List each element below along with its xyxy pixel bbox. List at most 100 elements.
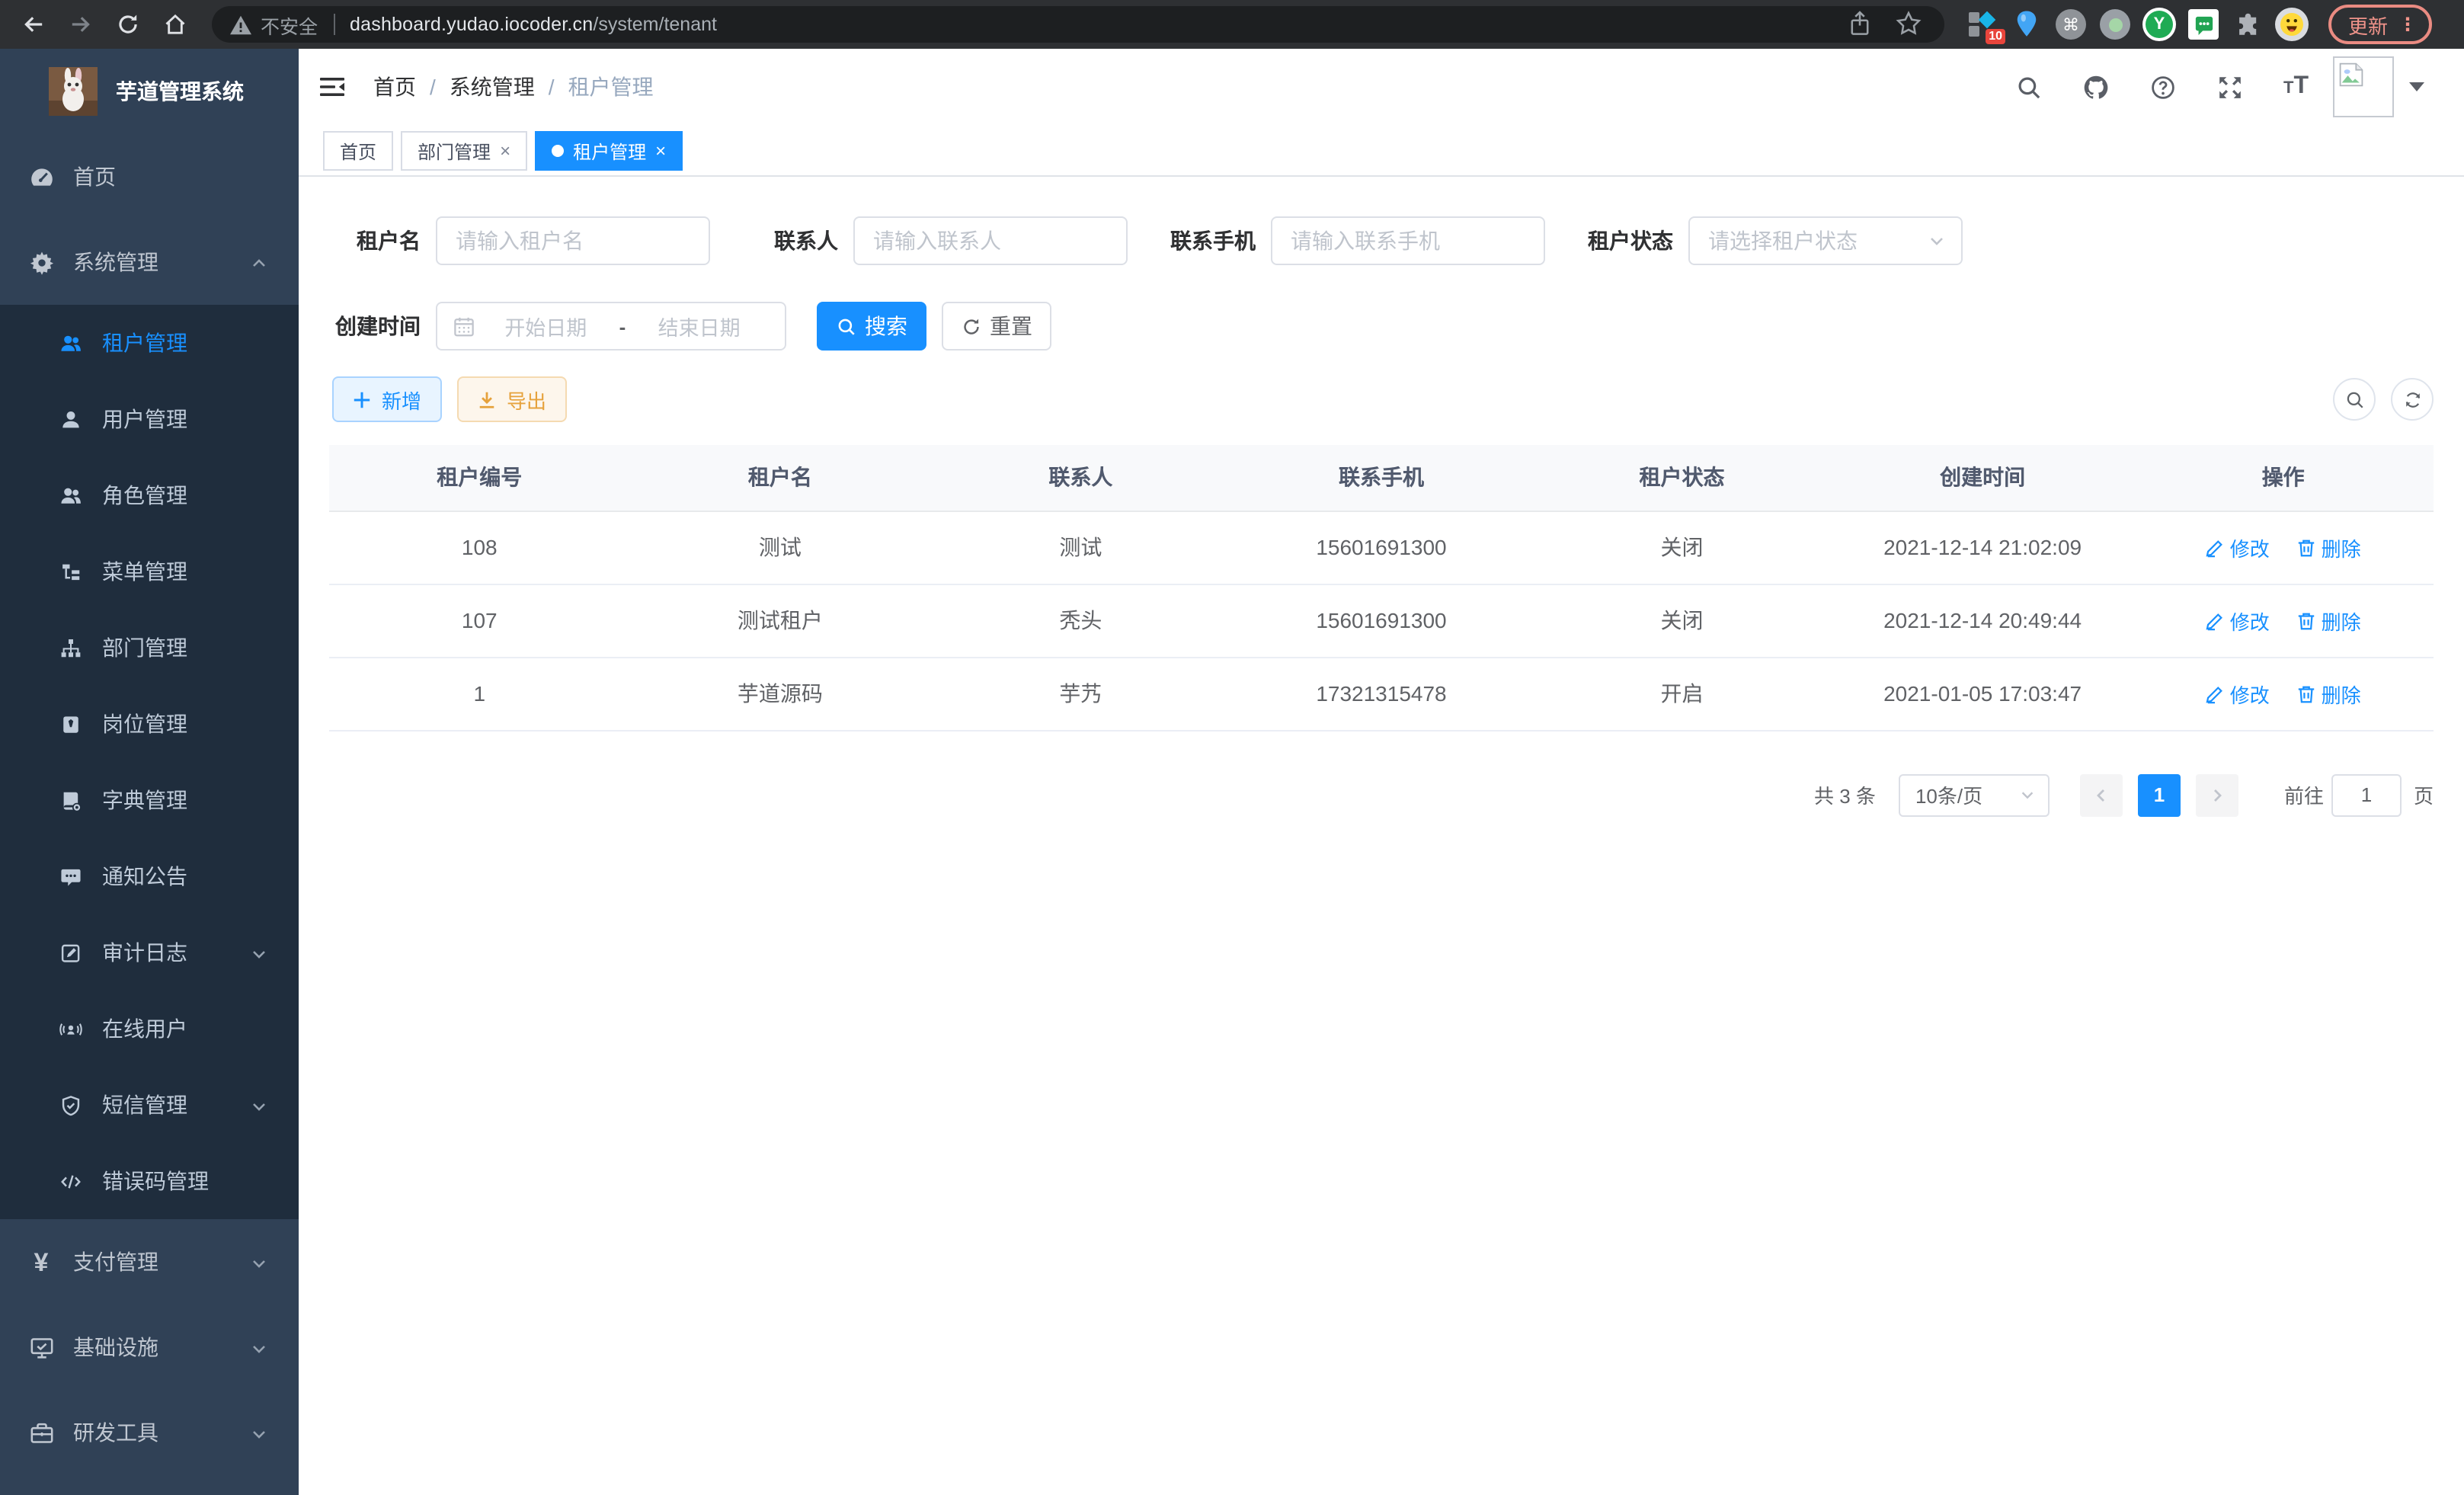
edit-link[interactable]: 修改 (2206, 679, 2270, 708)
fullscreen-icon[interactable] (2216, 73, 2244, 101)
sidebar-item-pay[interactable]: ¥ 支付管理 (0, 1219, 299, 1305)
contact-input[interactable] (853, 216, 1128, 265)
create-time-label: 创建时间 (329, 311, 421, 341)
browser-forward-icon[interactable] (67, 11, 94, 38)
sidebar-item-sms[interactable]: 短信管理 (0, 1067, 299, 1143)
extension-command-icon[interactable]: ⌘ (2054, 8, 2088, 41)
yen-icon: ¥ (27, 1248, 55, 1276)
sidebar-fold-icon[interactable] (318, 75, 346, 99)
browser-menu-icon[interactable]: ⋮ (2398, 14, 2417, 35)
user-icon (58, 407, 82, 431)
breadcrumb-system[interactable]: 系统管理 (450, 72, 535, 102)
edit-pen-icon (2206, 610, 2226, 630)
browser-back-icon[interactable] (20, 11, 47, 38)
delete-link[interactable]: 删除 (2297, 679, 2361, 708)
sidebar-item-home[interactable]: 首页 (0, 134, 299, 219)
delete-link[interactable]: 删除 (2297, 606, 2361, 635)
current-page[interactable]: 1 (2138, 773, 2181, 816)
col-tenant-id: 租户编号 (329, 445, 630, 511)
status-select[interactable]: 请选择租户状态 (1688, 216, 1963, 265)
avatar-dropdown-icon[interactable] (2409, 82, 2424, 91)
next-page-button[interactable] (2196, 773, 2238, 816)
help-icon[interactable] (2149, 73, 2177, 101)
toggle-search-button[interactable] (2333, 378, 2376, 421)
edit-link[interactable]: 修改 (2206, 533, 2270, 562)
bookmark-star-icon[interactable] (1896, 11, 1923, 38)
chevron-left-icon (2092, 786, 2110, 804)
tab-dept[interactable]: 部门管理× (401, 131, 527, 171)
app-title: 芋道管理系统 (116, 76, 244, 107)
tenant-name-input[interactable] (436, 216, 710, 265)
share-icon[interactable] (1847, 11, 1874, 38)
address-bar[interactable]: 不安全 dashboard.yudao.iocoder.cn/system/te… (212, 6, 1944, 43)
tab-home[interactable]: 首页 (323, 131, 393, 171)
app-logo-row[interactable]: 芋道管理系统 (0, 49, 299, 134)
edit-log-icon (58, 940, 82, 965)
github-icon[interactable] (2082, 73, 2110, 101)
sidebar-item-audit-log[interactable]: 审计日志 (0, 914, 299, 991)
close-icon[interactable]: × (655, 140, 666, 162)
close-icon[interactable]: × (500, 140, 510, 162)
browser-home-icon[interactable] (162, 11, 189, 38)
add-button[interactable]: 新增 (332, 376, 442, 422)
extension-y-icon[interactable]: Y (2142, 8, 2176, 41)
start-date-placeholder[interactable]: 开始日期 (475, 311, 616, 341)
end-date-placeholder[interactable]: 结束日期 (629, 311, 770, 341)
page-unit: 页 (2414, 780, 2434, 809)
chevron-down-icon (1928, 232, 1946, 250)
sidebar-item-menu[interactable]: 菜单管理 (0, 533, 299, 610)
active-dot (552, 145, 564, 157)
contact-label: 联系人 (747, 226, 838, 256)
sidebar-item-post[interactable]: 岗位管理 (0, 686, 299, 762)
breadcrumb-home[interactable]: 首页 (373, 72, 416, 102)
browser-update-button[interactable]: 更新 ⋮ (2328, 5, 2432, 44)
insecure-warning-icon (230, 14, 251, 34)
sidebar-item-dev-tools[interactable]: 研发工具 (0, 1390, 299, 1475)
dict-book-icon (58, 788, 82, 812)
extension-grid-icon[interactable]: 10 (1966, 8, 1999, 41)
sidebar-item-role[interactable]: 角色管理 (0, 457, 299, 533)
sidebar-item-notice[interactable]: 通知公告 (0, 838, 299, 914)
export-button[interactable]: 导出 (457, 376, 567, 422)
mobile-input[interactable] (1271, 216, 1545, 265)
table-row: 108 测试 测试 15601691300 关闭 2021-12-14 21:0… (329, 511, 2434, 584)
edit-link[interactable]: 修改 (2206, 606, 2270, 635)
tab-tenant[interactable]: 租户管理× (535, 131, 683, 171)
tenant-table: 租户编号 租户名 联系人 联系手机 租户状态 创建时间 操作 108 测试 (329, 445, 2434, 731)
dashboard-gauge-icon (27, 163, 55, 190)
browser-toolbar: 不安全 dashboard.yudao.iocoder.cn/system/te… (0, 0, 2464, 49)
search-button[interactable]: 搜索 (817, 302, 926, 351)
refresh-table-button[interactable] (2391, 378, 2434, 421)
sidebar-item-online-users[interactable]: 在线用户 (0, 991, 299, 1067)
system-submenu: 租户管理 用户管理 角色管理 (0, 305, 299, 1219)
font-size-icon[interactable]: TT (2283, 73, 2309, 101)
extensions-puzzle-icon[interactable] (2231, 8, 2264, 41)
sidebar-item-system[interactable]: 系统管理 (0, 219, 299, 305)
page-size-select[interactable]: 10条/页 (1899, 773, 2050, 816)
sidebar-item-tenant[interactable]: 租户管理 (0, 305, 299, 381)
profile-avatar-icon[interactable] (2275, 8, 2309, 41)
goto-page-input[interactable] (2331, 773, 2402, 816)
extension-record-icon[interactable] (2098, 8, 2132, 41)
browser-reload-icon[interactable] (114, 11, 142, 38)
sidebar-item-infra[interactable]: 基础设施 (0, 1305, 299, 1390)
sidebar-item-error-code[interactable]: 错误码管理 (0, 1143, 299, 1219)
date-range-picker[interactable]: 开始日期 - 结束日期 (436, 302, 786, 351)
sidebar-item-dict[interactable]: 字典管理 (0, 762, 299, 838)
extension-chat-icon[interactable] (2187, 8, 2220, 41)
shield-check-icon (58, 1093, 82, 1117)
reset-button[interactable]: 重置 (942, 302, 1051, 351)
delete-link[interactable]: 删除 (2297, 533, 2361, 562)
status-label: 租户状态 (1582, 226, 1673, 256)
prev-page-button[interactable] (2080, 773, 2123, 816)
page-content: 租户名 联系人 联系手机 租户状态 请选择租户状态 (299, 177, 2464, 1495)
extension-pin-icon[interactable] (2010, 8, 2043, 41)
user-avatar[interactable] (2333, 56, 2394, 117)
sidebar-item-user[interactable]: 用户管理 (0, 381, 299, 457)
header-search-icon[interactable] (2015, 73, 2043, 101)
org-tree-icon (58, 635, 82, 660)
security-label[interactable]: 不安全 (261, 10, 318, 39)
code-icon (58, 1169, 82, 1193)
sidebar-item-dept[interactable]: 部门管理 (0, 610, 299, 686)
chevron-right-icon (2208, 786, 2226, 804)
